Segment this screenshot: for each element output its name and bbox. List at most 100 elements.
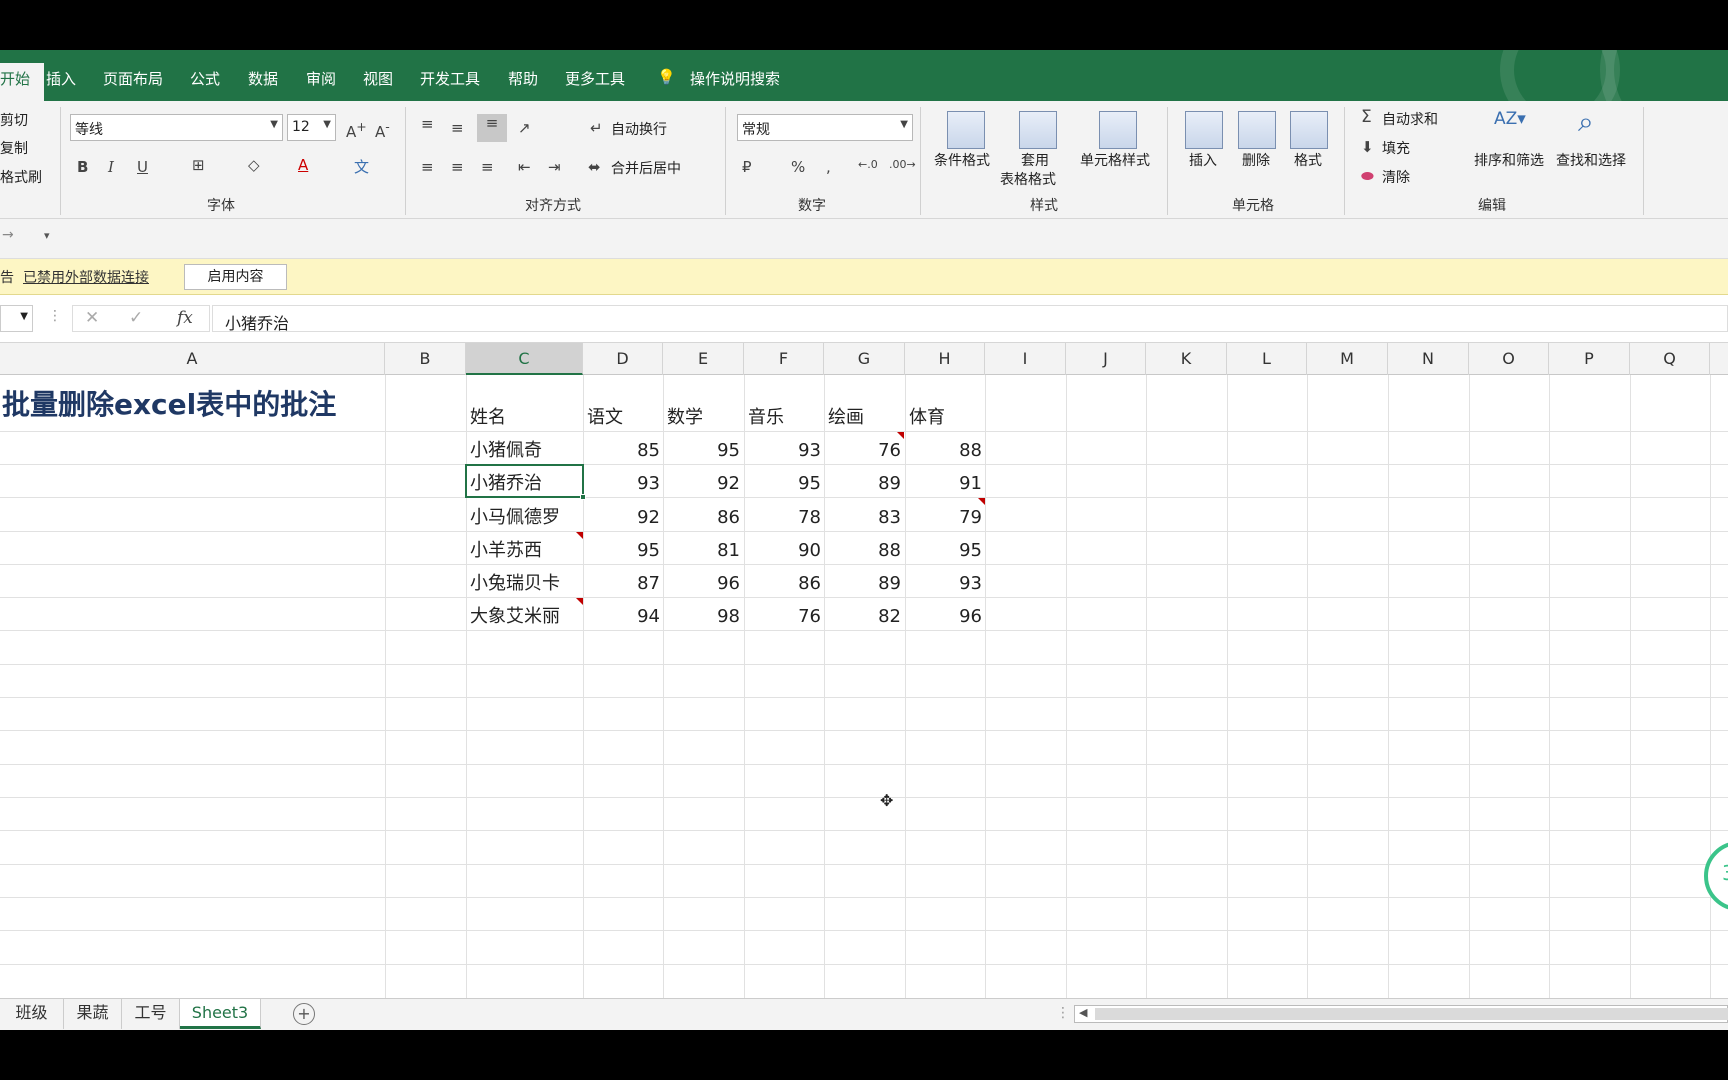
table-cell[interactable]: 90: [744, 536, 821, 566]
conditional-format-button[interactable]: 条件格式: [934, 150, 990, 170]
table-cell[interactable]: 94: [583, 602, 660, 632]
comment-indicator[interactable]: [978, 498, 985, 505]
column-header-g[interactable]: G: [824, 343, 905, 375]
tab-help[interactable]: 帮助: [508, 68, 538, 89]
tab-page-layout[interactable]: 页面布局: [103, 68, 163, 89]
table-cell[interactable]: 86: [744, 569, 821, 599]
increase-indent-icon[interactable]: ⇥: [548, 158, 561, 176]
column-header-h[interactable]: H: [905, 343, 985, 375]
table-cell[interactable]: 81: [663, 536, 740, 566]
table-cell[interactable]: 86: [663, 503, 740, 533]
customize-qat-icon[interactable]: ▾: [44, 229, 50, 242]
table-cell-name[interactable]: 小马佩德罗: [470, 503, 560, 533]
table-cell[interactable]: 95: [583, 536, 660, 566]
number-format-combo[interactable]: 常规 ▼: [737, 114, 913, 141]
column-header-b[interactable]: B: [385, 343, 466, 375]
autosum-button[interactable]: 自动求和: [1382, 109, 1438, 129]
table-cell[interactable]: 98: [663, 602, 740, 632]
table-cell[interactable]: 95: [744, 469, 821, 499]
underline-icon[interactable]: U: [137, 158, 148, 176]
fill-handle[interactable]: [580, 494, 586, 500]
cell-styles-icon[interactable]: [1099, 111, 1137, 149]
borders-icon[interactable]: ⊞: [192, 156, 205, 174]
column-header-i[interactable]: I: [985, 343, 1066, 375]
column-header-q[interactable]: Q: [1630, 343, 1710, 375]
find-select-button[interactable]: 查找和选择: [1556, 150, 1626, 170]
column-header-d[interactable]: D: [583, 343, 663, 375]
percent-icon[interactable]: %: [791, 158, 805, 176]
eraser-icon[interactable]: ⬬: [1361, 167, 1374, 185]
table-cell[interactable]: 78: [744, 503, 821, 533]
table-cell[interactable]: 91: [905, 469, 982, 499]
tab-data[interactable]: 数据: [248, 68, 278, 89]
comment-indicator[interactable]: [897, 432, 904, 439]
sort-filter-icon[interactable]: AZ▾: [1494, 109, 1526, 129]
align-top-icon[interactable]: ≡: [421, 115, 434, 133]
decrease-indent-icon[interactable]: ⇤: [518, 158, 531, 176]
clear-button[interactable]: 清除: [1382, 167, 1410, 187]
table-cell[interactable]: 93: [744, 436, 821, 466]
fill-icon[interactable]: ⬇: [1361, 138, 1374, 156]
column-header-l[interactable]: L: [1227, 343, 1307, 375]
italic-icon[interactable]: I: [108, 158, 114, 176]
font-name-combo[interactable]: 等线 ▼: [70, 114, 283, 141]
column-header-p[interactable]: P: [1549, 343, 1630, 375]
format-painter-button[interactable]: 格式刷: [0, 167, 42, 187]
column-header-a[interactable]: A: [0, 343, 385, 375]
tab-insert[interactable]: 插入: [46, 68, 76, 89]
accounting-format-icon[interactable]: ₽: [742, 158, 752, 176]
tell-me-search[interactable]: 操作说明搜索: [690, 68, 780, 89]
conditional-format-icon[interactable]: [947, 111, 985, 149]
sheet-tab-fruits[interactable]: 果蔬: [64, 999, 122, 1029]
wrap-text-icon[interactable]: ↵: [590, 119, 603, 137]
table-cell[interactable]: 76: [824, 436, 901, 466]
redo-icon[interactable]: →: [2, 227, 14, 243]
split-handle-icon[interactable]: ⋮: [1056, 1005, 1070, 1021]
tab-review[interactable]: 审阅: [306, 68, 336, 89]
table-cell[interactable]: 82: [824, 602, 901, 632]
add-sheet-icon[interactable]: +: [293, 1003, 315, 1025]
table-cell[interactable]: 92: [583, 503, 660, 533]
table-cell[interactable]: 89: [824, 469, 901, 499]
column-header-k[interactable]: K: [1146, 343, 1227, 375]
drag-handle-icon[interactable]: ⋮: [48, 308, 62, 324]
table-cell-name[interactable]: 小羊苏西: [470, 536, 542, 566]
table-cell[interactable]: 83: [824, 503, 901, 533]
format-as-table-label[interactable]: 表格格式: [1000, 169, 1056, 189]
sort-filter-button[interactable]: 排序和筛选: [1474, 150, 1544, 170]
tab-developer[interactable]: 开发工具: [420, 68, 480, 89]
tab-formulas[interactable]: 公式: [190, 68, 220, 89]
worksheet-grid[interactable]: A B C D E F G H I J K L M N O P Q 批量删除ex…: [0, 343, 1728, 998]
table-cell[interactable]: 93: [583, 469, 660, 499]
tab-home[interactable]: 开始: [0, 63, 45, 101]
delete-cells-button[interactable]: 删除: [1242, 150, 1270, 170]
comma-style-icon[interactable]: ,: [826, 158, 831, 176]
cancel-icon[interactable]: ✕: [85, 308, 99, 328]
column-header-f[interactable]: F: [744, 343, 824, 375]
external-data-disabled-link[interactable]: 已禁用外部数据连接: [23, 267, 149, 287]
table-cell[interactable]: 95: [663, 436, 740, 466]
table-cell[interactable]: 85: [583, 436, 660, 466]
autosum-icon[interactable]: Σ: [1361, 107, 1372, 127]
format-cells-icon[interactable]: [1290, 111, 1328, 149]
decrease-decimal-icon[interactable]: .00→: [889, 158, 916, 171]
merge-center-button[interactable]: 合并后居中: [611, 158, 681, 178]
increase-decimal-icon[interactable]: ←.0: [858, 158, 878, 171]
header-cell-pe[interactable]: 体育: [909, 403, 945, 433]
table-cell[interactable]: 95: [905, 536, 982, 566]
header-cell-chinese[interactable]: 语文: [587, 403, 623, 433]
insert-cells-icon[interactable]: [1185, 111, 1223, 149]
merge-center-icon[interactable]: ⬌: [588, 158, 601, 176]
header-cell-drawing[interactable]: 绘画: [828, 403, 864, 433]
table-cell[interactable]: 96: [905, 602, 982, 632]
insert-function-icon[interactable]: fx: [177, 308, 193, 328]
scroll-left-icon[interactable]: ◀: [1079, 1006, 1087, 1019]
table-cell[interactable]: 76: [744, 602, 821, 632]
column-header-o[interactable]: O: [1469, 343, 1549, 375]
cut-button[interactable]: 剪切: [0, 110, 28, 130]
format-cells-button[interactable]: 格式: [1294, 150, 1322, 170]
column-header-j[interactable]: J: [1066, 343, 1146, 375]
enter-icon[interactable]: ✓: [129, 308, 143, 328]
wrap-text-button[interactable]: 自动换行: [611, 119, 667, 139]
scrollbar-thumb[interactable]: [1095, 1008, 1728, 1020]
